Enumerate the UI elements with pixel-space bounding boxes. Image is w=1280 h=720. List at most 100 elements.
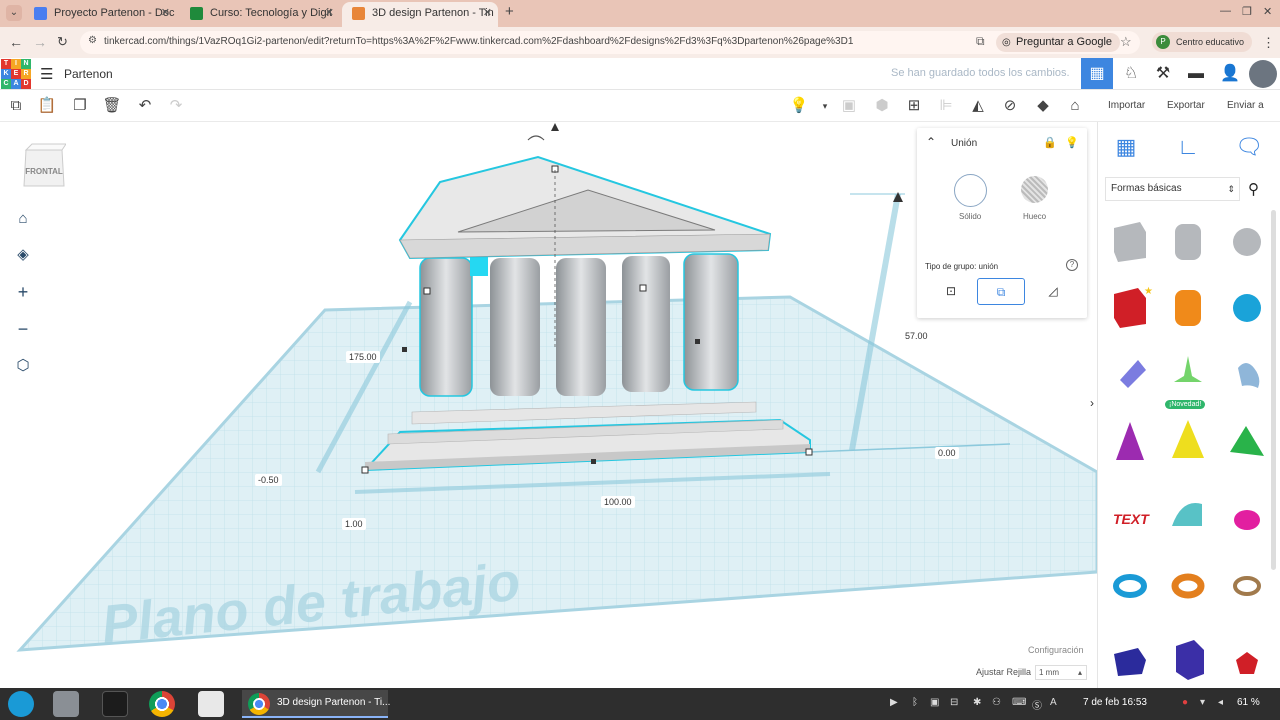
lock-icon[interactable]: 🔒	[1043, 136, 1057, 149]
shape-hexagonal-prism[interactable]	[1176, 640, 1204, 680]
wifi-icon[interactable]: ▾	[1200, 697, 1205, 708]
group-type-merge-button[interactable]: ◿	[1029, 278, 1077, 305]
note-icon[interactable]: ▣	[839, 96, 859, 116]
add-user-icon[interactable]: 👤	[1214, 58, 1246, 89]
search-icon[interactable]: ⚲	[1248, 180, 1259, 198]
home-view-icon[interactable]: ⌂	[10, 206, 36, 232]
new-tab-icon[interactable]: +	[505, 3, 514, 20]
group-type-shapes-button[interactable]: ⊡	[927, 278, 975, 305]
shape-cylinder-hole[interactable]	[1175, 224, 1201, 260]
duplicate-icon[interactable]: ❐	[70, 96, 90, 116]
shape-sphere-hole[interactable]	[1233, 228, 1261, 256]
handle-left[interactable]	[402, 347, 407, 352]
new-shape-copy-icon[interactable]: ⧉	[6, 96, 26, 116]
browser-menu-icon[interactable]: ⋮	[1262, 35, 1275, 51]
shape-tube[interactable]	[1171, 573, 1205, 599]
shape-category-select[interactable]: Formas básicas ⇕	[1105, 177, 1240, 201]
shape-pyramid[interactable]	[1172, 420, 1204, 458]
solid-button[interactable]	[954, 174, 987, 207]
shape-text[interactable]: TEXT	[1113, 511, 1150, 527]
chevron-right-icon[interactable]: ›	[1090, 396, 1094, 410]
cruise-icon[interactable]: ◆	[1033, 96, 1053, 116]
design-menu-icon[interactable]: ☰	[40, 65, 53, 83]
docker-icon[interactable]: ⚇	[992, 697, 1001, 708]
shape-torus[interactable]	[1113, 574, 1147, 598]
tab-3d-design[interactable]: 3D design Partenon - Tin ✕	[342, 2, 498, 27]
input-method-icon[interactable]: Ⓢ	[1032, 697, 1042, 712]
shape-cylinder[interactable]	[1175, 290, 1201, 326]
reload-icon[interactable]: ↻	[57, 34, 68, 50]
shape-roof[interactable]	[1230, 426, 1264, 456]
import-button[interactable]: Importar	[1108, 100, 1145, 111]
shapes-scrollbar[interactable]	[1271, 210, 1276, 570]
lift-arrow-icon[interactable]	[551, 123, 559, 131]
store-icon[interactable]	[198, 691, 224, 717]
files-icon[interactable]	[53, 691, 79, 717]
mirror-icon[interactable]: ◭	[968, 96, 988, 116]
chevron-up-icon[interactable]: ⌃	[926, 135, 936, 149]
bookmark-star-icon[interactable]: ☆	[1120, 34, 1132, 50]
notes-icon[interactable]: 🗨	[1234, 132, 1264, 162]
chevron-down-icon[interactable]: ▾	[815, 96, 835, 116]
view-cube[interactable]: FRONTAL	[22, 142, 66, 190]
ungroup-icon[interactable]: ⊘	[1000, 96, 1020, 116]
close-tab-icon[interactable]: ✕	[161, 2, 170, 25]
light-bulb-icon[interactable]: 💡	[1065, 136, 1079, 149]
shape-new[interactable]	[1174, 356, 1202, 382]
help-icon[interactable]: ?	[1066, 259, 1078, 271]
export-button[interactable]: Exportar	[1167, 100, 1205, 111]
close-window-icon[interactable]: ✕	[1263, 5, 1272, 18]
shape-sphere[interactable]	[1233, 294, 1261, 322]
snap-grid-select[interactable]: 1 mm ▴	[1035, 665, 1087, 680]
ask-google-button[interactable]: ◎ Preguntar a Google	[996, 33, 1121, 52]
volume-icon[interactable]: ◂	[1218, 697, 1223, 708]
depth-dimension[interactable]: 175.00	[346, 351, 380, 363]
shape-round-roof[interactable]	[1172, 502, 1202, 526]
bricks-icon[interactable]: ▬	[1180, 58, 1212, 89]
forward-icon[interactable]: →	[33, 34, 47, 50]
align-icon[interactable]: ⊫	[936, 96, 956, 116]
shape-cone[interactable]	[1116, 422, 1144, 460]
zoom-out-icon[interactable]: −	[10, 316, 36, 342]
paste-icon[interactable]: 📋	[37, 96, 57, 116]
3d-view-grid-icon[interactable]: ▦	[1081, 58, 1113, 89]
address-bar[interactable]: ⚙ tinkercad.com/things/1VazROq1Gi2-parte…	[80, 31, 1140, 54]
close-tab-icon[interactable]: ✕	[483, 2, 492, 25]
profile-chip[interactable]: P Centro educativo	[1152, 32, 1253, 52]
ruler-icon[interactable]: ∟	[1173, 132, 1203, 162]
shape-icosahedron[interactable]	[1236, 652, 1258, 674]
offset-x-dimension[interactable]: -0.50	[255, 474, 282, 486]
group-type-union-button[interactable]: ⧉	[977, 278, 1025, 305]
offset-y-dimension[interactable]: 1.00	[342, 518, 366, 530]
shape-ring[interactable]	[1233, 576, 1261, 596]
shape-text-3d[interactable]	[1238, 363, 1260, 388]
tab-proyecto-partenon[interactable]: Proyecto Partenon - Doc ✕	[24, 2, 176, 27]
shape-paraboloid[interactable]	[1234, 510, 1260, 530]
cast-icon[interactable]: ⧉	[976, 34, 985, 49]
design-title[interactable]: Partenon	[64, 67, 113, 81]
clipboard-icon[interactable]: ⊟	[950, 697, 958, 708]
settings-link[interactable]: Configuración	[1028, 645, 1084, 655]
width-dimension[interactable]: 100.00	[601, 496, 635, 508]
maximize-icon[interactable]: ❐	[1242, 5, 1252, 18]
ruler-disabled-icon[interactable]: ⬢	[872, 96, 892, 116]
height-dimension[interactable]: 57.00	[902, 330, 931, 342]
tinkercad-logo[interactable]: TINKERCAD	[1, 59, 31, 89]
zoom-in-icon[interactable]: +	[10, 279, 36, 305]
site-info-icon[interactable]: ⚙	[88, 35, 97, 46]
group-icon[interactable]: ⊞	[904, 96, 924, 116]
light-bulb-icon[interactable]: 💡	[789, 96, 809, 116]
close-tab-icon[interactable]: ✕	[325, 2, 334, 25]
terminal-icon[interactable]	[102, 691, 128, 717]
clock[interactable]: 7 de feb 16:53	[1083, 697, 1147, 708]
camera-icon[interactable]: ▶	[890, 697, 898, 708]
fit-view-icon[interactable]: ◈	[10, 242, 36, 268]
codeblocks-icon[interactable]: ♘	[1115, 58, 1147, 89]
perspective-icon[interactable]: ⬡	[10, 353, 36, 379]
undo-icon[interactable]: ↶	[135, 96, 155, 116]
rotate-handle-icon[interactable]	[527, 135, 545, 141]
workplane-tool-icon[interactable]: ▦	[1111, 132, 1141, 162]
launcher-icon[interactable]	[8, 691, 34, 717]
screenshot-icon[interactable]: ▣	[930, 697, 939, 708]
handle-bottom[interactable]	[591, 459, 596, 464]
